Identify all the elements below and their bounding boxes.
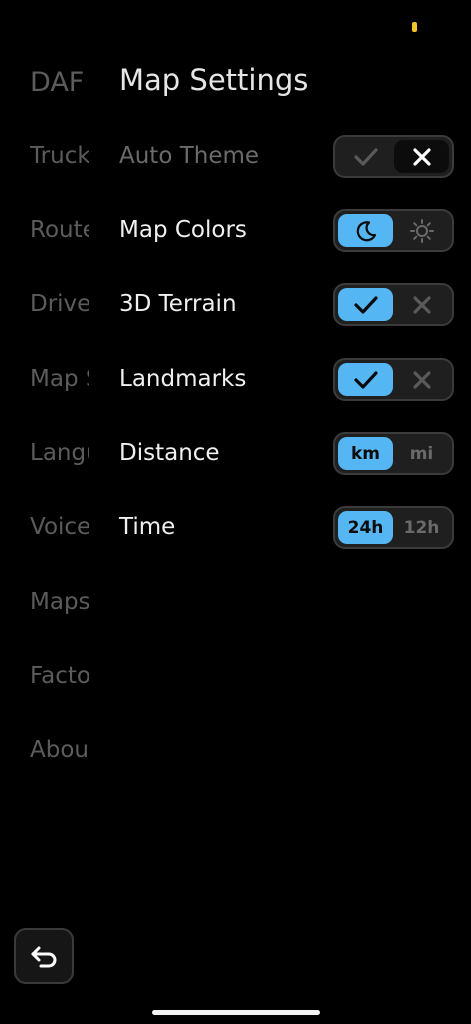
back-arrow-icon: [31, 946, 57, 968]
check-icon: [353, 147, 378, 166]
sidebar: DAF Trucks Routes Driver Map Settings La…: [30, 0, 89, 820]
sun-icon: [409, 218, 434, 243]
distance-km-option[interactable]: km: [338, 437, 393, 470]
distance-km-text: km: [350, 443, 381, 464]
sidebar-item-routes[interactable]: Routes: [30, 217, 89, 243]
map-colors-toggle[interactable]: [333, 209, 454, 252]
auto-theme-toggle[interactable]: [333, 135, 454, 178]
time-toggle[interactable]: 24h 12h: [333, 506, 454, 549]
sidebar-item-voice[interactable]: Voice: [30, 514, 89, 540]
x-icon: [412, 370, 431, 389]
sidebar-item-map-settings[interactable]: Map Settings: [30, 366, 89, 392]
back-button[interactable]: [14, 928, 74, 984]
landmarks-toggle[interactable]: [333, 358, 454, 401]
terrain-3d-toggle[interactable]: [333, 283, 454, 326]
check-icon: [353, 370, 378, 389]
time-12h-text: 12h: [403, 517, 440, 538]
status-indicator: [412, 22, 417, 32]
terrain-3d-on-option[interactable]: [338, 288, 393, 321]
sidebar-item-maps[interactable]: Maps: [30, 589, 89, 615]
map-colors-day-option[interactable]: [394, 214, 449, 247]
sidebar-item-language[interactable]: Language: [30, 440, 89, 466]
auto-theme-label: Auto Theme: [119, 143, 260, 169]
distance-toggle[interactable]: km mi: [333, 432, 454, 475]
auto-theme-off-option[interactable]: [394, 140, 449, 173]
check-icon: [353, 295, 378, 314]
map-colors-label: Map Colors: [119, 217, 247, 243]
sidebar-item-trucks[interactable]: Trucks: [30, 143, 89, 169]
landmarks-label: Landmarks: [119, 366, 247, 392]
auto-theme-on-option[interactable]: [338, 140, 393, 173]
distance-mi-text: mi: [409, 443, 434, 464]
time-label: Time: [119, 514, 176, 540]
sidebar-item-factory[interactable]: Factory: [30, 663, 89, 689]
distance-mi-option[interactable]: mi: [394, 437, 449, 470]
time-12h-option[interactable]: 12h: [394, 511, 449, 544]
sidebar-title: DAF: [30, 67, 85, 98]
landmarks-off-option[interactable]: [394, 363, 449, 396]
terrain-3d-label: 3D Terrain: [119, 291, 237, 317]
landmarks-on-option[interactable]: [338, 363, 393, 396]
map-colors-night-option[interactable]: [338, 214, 393, 247]
sidebar-item-about[interactable]: About: [30, 737, 89, 763]
x-icon: [412, 295, 431, 314]
time-24h-text: 24h: [347, 517, 384, 538]
home-indicator[interactable]: [152, 1010, 320, 1015]
page-title: Map Settings: [119, 63, 309, 97]
terrain-3d-off-option[interactable]: [394, 288, 449, 321]
x-icon: [412, 147, 431, 166]
distance-label: Distance: [119, 440, 220, 466]
sidebar-item-driver[interactable]: Driver: [30, 291, 89, 317]
moon-icon: [356, 220, 376, 241]
time-24h-option[interactable]: 24h: [338, 511, 393, 544]
